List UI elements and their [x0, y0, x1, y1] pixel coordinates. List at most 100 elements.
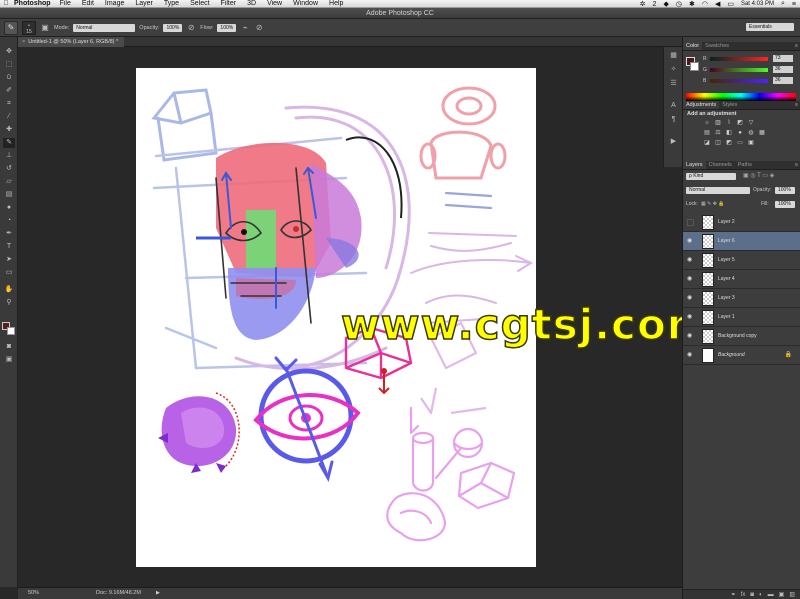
menu-3d[interactable]: 3D: [247, 0, 256, 7]
stamp-tool-icon[interactable]: ⊥: [3, 151, 15, 161]
eye-icon[interactable]: ◉: [687, 238, 695, 245]
crop-tool-icon[interactable]: ⌗: [3, 99, 15, 109]
eyedropper-tool-icon[interactable]: ⁄: [3, 112, 15, 122]
menu-view[interactable]: View: [267, 0, 282, 7]
layer-row-layer-1[interactable]: ◉ Layer 1: [683, 308, 800, 327]
status-menu-arrow-icon[interactable]: ▶: [156, 588, 160, 599]
curves-icon[interactable]: ⌇: [725, 120, 733, 127]
layer-row-layer-2[interactable]: Layer 2: [683, 213, 800, 232]
brush-size-picker[interactable]: • 15: [22, 20, 36, 35]
spotlight-icon[interactable]: ⌕: [781, 0, 785, 8]
new-group-icon[interactable]: ▬: [768, 590, 774, 599]
menu-file[interactable]: File: [60, 0, 71, 7]
layer-row-layer-6[interactable]: ◉ Layer 6: [683, 232, 800, 251]
layer-row-layer-4[interactable]: ◉ Layer 4: [683, 270, 800, 289]
document-canvas[interactable]: www.cgtsj.com: [136, 68, 682, 567]
blue-value-field[interactable]: 36: [773, 77, 793, 84]
new-layer-icon[interactable]: ▣: [779, 590, 785, 599]
layer-name[interactable]: Layer 3: [718, 295, 735, 301]
volume-icon[interactable]: ◀: [715, 0, 720, 8]
hue-saturation-icon[interactable]: ▤: [703, 130, 711, 137]
layer-row-background[interactable]: ◉ Background 🔒: [683, 346, 800, 365]
menu-help[interactable]: Help: [329, 0, 343, 7]
canvas-area[interactable]: www.cgtsj.com: [18, 47, 682, 587]
pressure-size-icon[interactable]: ⊘: [254, 23, 264, 33]
zoom-level[interactable]: 50%: [28, 588, 39, 599]
visibility-toggle[interactable]: [687, 219, 694, 226]
photo-filter-icon[interactable]: ●: [736, 130, 744, 137]
channel-mixer-icon[interactable]: ◍: [747, 130, 755, 137]
type-tool-icon[interactable]: T: [3, 242, 15, 252]
menu-image[interactable]: Image: [105, 0, 124, 7]
history-brush-tool-icon[interactable]: ↺: [3, 164, 15, 174]
menu-layer[interactable]: Layer: [135, 0, 153, 7]
color-panel-background-swatch[interactable]: [690, 62, 699, 71]
color-balance-icon[interactable]: ⚖: [714, 130, 722, 137]
gradient-tool-icon[interactable]: ▤: [3, 190, 15, 200]
document-tab[interactable]: × Untitled-1 @ 50% (Layer 6, RGB/8) *: [18, 37, 125, 47]
flow-field[interactable]: 100%: [217, 23, 237, 32]
app-menu[interactable]: Photoshop: [14, 0, 51, 7]
fill-field[interactable]: 100%: [775, 201, 795, 208]
layer-name[interactable]: Layer 4: [718, 276, 735, 282]
layer-row-layer-5[interactable]: ◉ Layer 5: [683, 251, 800, 270]
color-lookup-icon[interactable]: ▦: [758, 130, 766, 137]
screen-mode-icon[interactable]: ▣: [3, 355, 15, 365]
layer-row-layer-3[interactable]: ◉ Layer 3: [683, 289, 800, 308]
zoom-tool-icon[interactable]: ⚲: [3, 298, 15, 308]
move-tool-icon[interactable]: ✥: [3, 47, 15, 57]
eye-icon[interactable]: ◉: [687, 295, 695, 302]
green-slider[interactable]: [710, 68, 768, 72]
character-panel-icon[interactable]: A: [668, 101, 679, 111]
pressure-opacity-icon[interactable]: ⊘: [186, 23, 196, 33]
opacity-field[interactable]: 100%: [163, 23, 183, 32]
wifi-icon[interactable]: ◠: [702, 0, 708, 8]
bluetooth-icon[interactable]: ✱: [689, 0, 695, 8]
menu-select[interactable]: Select: [190, 0, 209, 7]
properties-panel-icon[interactable]: ☰: [668, 79, 679, 89]
layer-name[interactable]: Layer 2: [718, 219, 735, 225]
menubar-clock[interactable]: Sat 4:03 PM: [741, 1, 774, 7]
healing-tool-icon[interactable]: ✚: [3, 125, 15, 135]
close-tab-icon[interactable]: ×: [22, 39, 25, 45]
layer-name[interactable]: Background copy: [718, 333, 757, 339]
eye-icon[interactable]: ◉: [687, 333, 695, 340]
quick-mask-icon[interactable]: ◙: [3, 342, 15, 352]
layer-name[interactable]: Layer 5: [718, 257, 735, 263]
invert-icon[interactable]: ◪: [703, 140, 711, 147]
brush-panel-toggle-icon[interactable]: ▣: [40, 23, 50, 33]
menu-edit[interactable]: Edit: [82, 0, 94, 7]
shape-tool-icon[interactable]: ▭: [3, 268, 15, 278]
layer-opacity-field[interactable]: 100%: [775, 187, 795, 194]
red-value-field[interactable]: 73: [773, 55, 793, 62]
workspace-select[interactable]: Essentials: [746, 23, 794, 31]
adjustment-layer-icon[interactable]: ◐: [759, 590, 763, 599]
apple-menu-icon[interactable]: : [0, 0, 12, 7]
eye-icon[interactable]: ◉: [687, 352, 695, 359]
airbrush-icon[interactable]: ⌁: [240, 23, 250, 33]
battery-icon[interactable]: ▭: [727, 0, 734, 8]
dodge-tool-icon[interactable]: ◔: [3, 216, 15, 226]
tab-swatches[interactable]: Swatches: [702, 42, 732, 50]
actions-panel-icon[interactable]: ▶: [668, 137, 679, 147]
gradient-map-icon[interactable]: ▭: [736, 140, 744, 147]
menu-type[interactable]: Type: [164, 0, 179, 7]
vibrance-icon[interactable]: ▽: [747, 120, 755, 127]
link-layers-icon[interactable]: ⚭: [731, 590, 736, 599]
layer-filter-icons[interactable]: ▣ ◎ T ▭ ◈: [743, 172, 774, 180]
eye-icon[interactable]: ◉: [687, 257, 695, 264]
threshold-icon[interactable]: ◩: [725, 140, 733, 147]
background-color-swatch[interactable]: [7, 327, 15, 335]
layer-name[interactable]: Background: [718, 352, 745, 358]
levels-icon[interactable]: ▥: [714, 120, 722, 127]
menu-filter[interactable]: Filter: [221, 0, 237, 7]
brush-tool-icon[interactable]: ✎: [3, 138, 15, 148]
menu-window[interactable]: Window: [293, 0, 318, 7]
brush-presets-icon[interactable]: ✧: [668, 65, 679, 75]
selective-color-icon[interactable]: ▣: [747, 140, 755, 147]
blue-slider[interactable]: [710, 79, 768, 83]
black-white-icon[interactable]: ◧: [725, 130, 733, 137]
posterize-icon[interactable]: ◫: [714, 140, 722, 147]
creative-cloud-icon[interactable]: ✲: [640, 0, 646, 8]
tab-color[interactable]: Color: [683, 42, 703, 50]
